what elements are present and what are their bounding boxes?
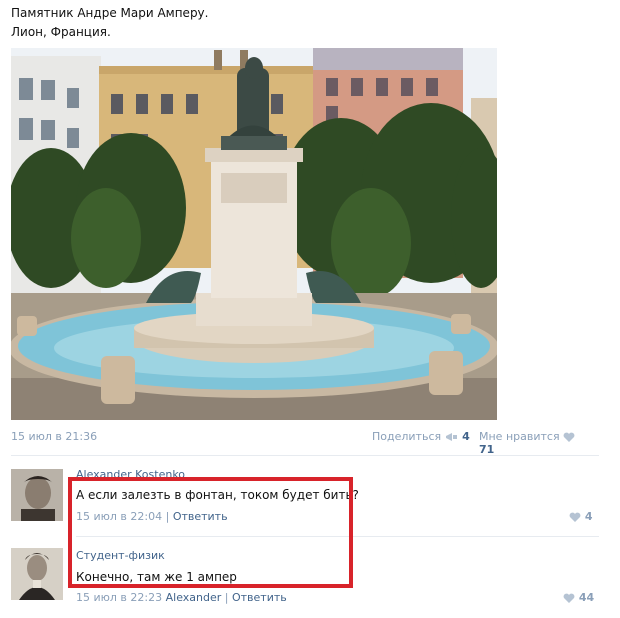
- heart-icon: [569, 512, 581, 522]
- reply-button[interactable]: Ответить: [232, 591, 287, 604]
- post-caption: Памятник Андре Мари Амперу. Лион, Франци…: [11, 4, 208, 42]
- share-count: 4: [462, 430, 470, 443]
- heart-icon: [563, 432, 575, 442]
- likes-label: Мне нравится: [479, 430, 560, 443]
- comment-like-count: 4: [584, 510, 593, 523]
- post-meta: 15 июл в 21:36 Поделиться 4 Мне нравится…: [11, 428, 591, 456]
- share-label: Поделиться: [372, 430, 442, 443]
- comment-like-count: 44: [578, 591, 595, 604]
- post-date[interactable]: 15 июл в 21:36: [11, 430, 97, 443]
- share-button[interactable]: Поделиться 4: [372, 430, 470, 443]
- megaphone-icon: [445, 433, 457, 441]
- avatar-image: [11, 469, 63, 521]
- meta-separator: |: [224, 591, 232, 604]
- avatar[interactable]: [11, 469, 63, 521]
- comment-date[interactable]: 15 июл в 22:23: [76, 591, 162, 604]
- divider: [11, 455, 599, 456]
- avatar-image: [11, 548, 63, 600]
- comment-like-button[interactable]: 4: [569, 510, 593, 523]
- post-caption-line1: Памятник Андре Мари Амперу.: [11, 6, 209, 20]
- post-caption-line2: Лион, Франция.: [11, 25, 111, 39]
- post-photo[interactable]: [11, 48, 497, 420]
- heart-icon: [563, 593, 575, 603]
- reply-to-link[interactable]: Alexander: [166, 591, 222, 604]
- like-button[interactable]: Мне нравится 71: [479, 430, 591, 456]
- highlight-box: [68, 477, 353, 588]
- comment-meta: 15 июл в 22:23 Alexander | Ответить: [76, 591, 287, 604]
- avatar[interactable]: [11, 548, 63, 600]
- comment-like-button[interactable]: 44: [563, 591, 594, 604]
